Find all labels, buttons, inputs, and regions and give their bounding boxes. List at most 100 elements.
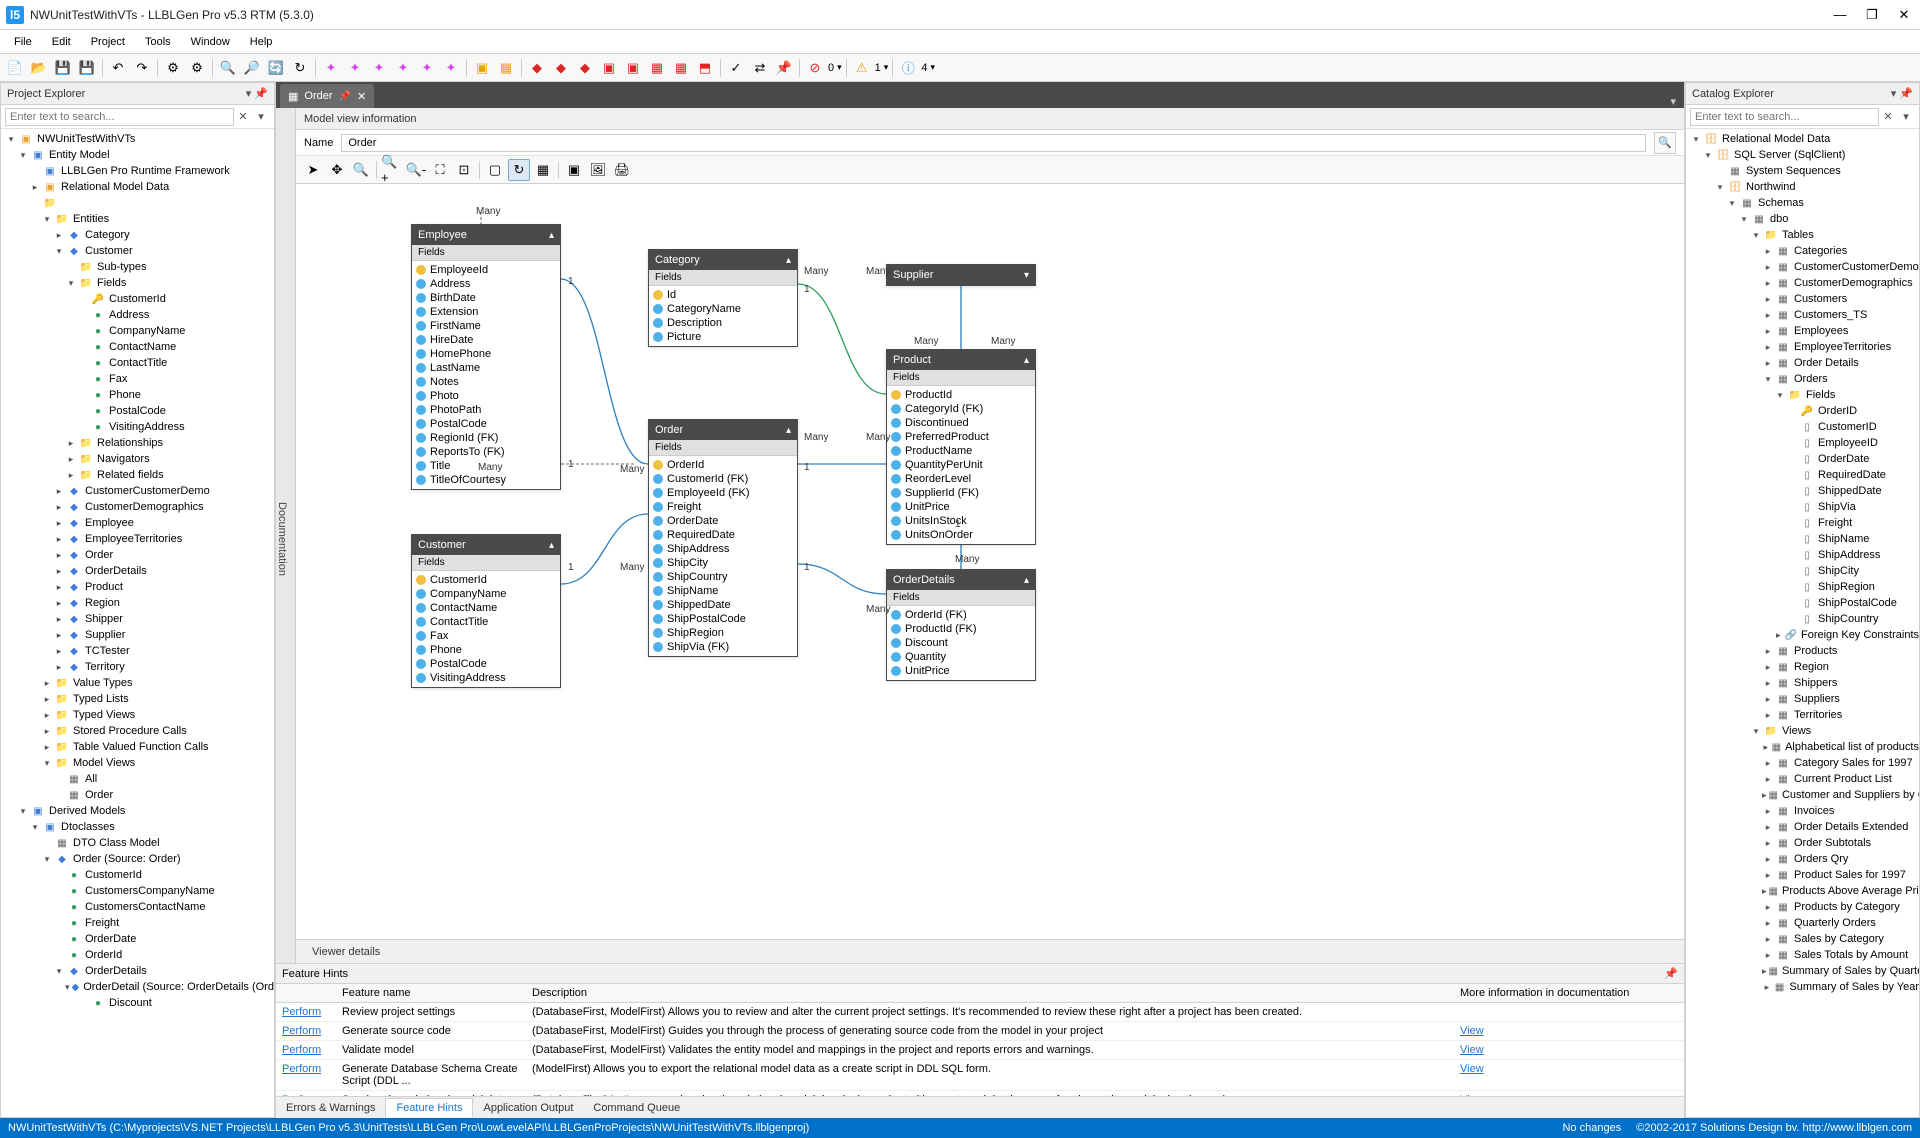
clear-search-icon[interactable]: ✕: [234, 110, 252, 123]
entity-customerdemographics[interactable]: ▸◆CustomerDemographics: [1, 499, 274, 515]
view-item[interactable]: ▸▦Category Sales for 1997: [1686, 755, 1919, 771]
tab-order[interactable]: ▦ Order 📌 ✕: [280, 84, 374, 108]
export-icon[interactable]: ▣: [563, 159, 585, 181]
zoom100-icon[interactable]: ⊡: [453, 159, 475, 181]
field-address[interactable]: ●Address: [1, 307, 274, 323]
entity-box-employee[interactable]: Employee▴FieldsEmployeeIdAddressBirthDat…: [411, 224, 561, 490]
folder-related fields[interactable]: ▸📁Related fields: [1, 467, 274, 483]
view-item[interactable]: ▸▦Order Subtotals: [1686, 835, 1919, 851]
dto-orderdetails[interactable]: ▾◆OrderDetails: [1, 963, 274, 979]
entity-box-supplier[interactable]: Supplier▾: [886, 264, 1036, 286]
table-customers[interactable]: ▸▦Customers: [1686, 291, 1919, 307]
entities-folder[interactable]: ▾📁Entities: [1, 211, 274, 227]
col-shipcity[interactable]: ▯ShipCity: [1686, 563, 1919, 579]
red2-icon[interactable]: ◆: [550, 57, 572, 79]
diagram-canvas[interactable]: Employee▴FieldsEmployeeIdAddressBirthDat…: [296, 184, 1684, 939]
image-icon[interactable]: 🖼: [587, 159, 609, 181]
collapse-icon[interactable]: ▴: [786, 425, 791, 436]
dto-field[interactable]: ●Freight: [1, 915, 274, 931]
view-item[interactable]: ▸▦Products by Category: [1686, 899, 1919, 915]
saveas-icon[interactable]: 💾: [76, 57, 98, 79]
table-employeeterritories[interactable]: ▸▦EmployeeTerritories: [1686, 339, 1919, 355]
table-suppliers[interactable]: ▸▦Suppliers: [1686, 691, 1919, 707]
col-orderdate[interactable]: ▯OrderDate: [1686, 451, 1919, 467]
red7-icon[interactable]: ▦: [670, 57, 692, 79]
col-shipvia[interactable]: ▯ShipVia: [1686, 499, 1919, 515]
entity-model[interactable]: ▾▣Entity Model: [1, 147, 274, 163]
entity-shipper[interactable]: ▸◆Shipper: [1, 611, 274, 627]
red3-icon[interactable]: ◆: [574, 57, 596, 79]
field-contacttitle[interactable]: ●ContactTitle: [1, 355, 274, 371]
table-shippers[interactable]: ▸▦Shippers: [1686, 675, 1919, 691]
pan-icon[interactable]: ✥: [326, 159, 348, 181]
dtoclasses[interactable]: ▾▣Dtoclasses: [1, 819, 274, 835]
field-fax[interactable]: ●Fax: [1, 371, 274, 387]
red5-icon[interactable]: ▣: [622, 57, 644, 79]
red6-icon[interactable]: ▦: [646, 57, 668, 79]
fields-folder[interactable]: ▾📁Fields: [1, 275, 274, 291]
table-customerdemographics[interactable]: ▸▦CustomerDemographics: [1686, 275, 1919, 291]
documentation-tab[interactable]: Documentation: [276, 108, 296, 963]
entity-tctester[interactable]: ▸◆TCTester: [1, 643, 274, 659]
perform-link[interactable]: Perform: [282, 1044, 321, 1056]
framework[interactable]: ▣LLBLGen Pro Runtime Framework: [1, 163, 274, 179]
group-typed-views[interactable]: ▸📁Typed Views: [1, 707, 274, 723]
tree-icon[interactable]: ▣: [471, 57, 493, 79]
view-item[interactable]: ▸▦Sales Totals by Amount: [1686, 947, 1919, 963]
col-shippostalcode[interactable]: ▯ShipPostalCode: [1686, 595, 1919, 611]
entity-orderdetails[interactable]: ▸◆OrderDetails: [1, 563, 274, 579]
table-region[interactable]: ▸▦Region: [1686, 659, 1919, 675]
pin-icon[interactable]: ▾ 📌: [246, 87, 268, 100]
modelview-all[interactable]: ▦All: [1, 771, 274, 787]
collapse-icon[interactable]: ▴: [1024, 355, 1029, 366]
entity-employeeterritories[interactable]: ▸◆EmployeeTerritories: [1, 531, 274, 547]
field-visitingaddress[interactable]: ●VisitingAddress: [1, 419, 274, 435]
table-categories[interactable]: ▸▦Categories: [1686, 243, 1919, 259]
field-companyname[interactable]: ●CompanyName: [1, 323, 274, 339]
table-customercustomerdemo[interactable]: ▸▦CustomerCustomerDemo: [1686, 259, 1919, 275]
print-icon[interactable]: 🖨: [611, 159, 633, 181]
red8-icon[interactable]: ⬒: [694, 57, 716, 79]
collapse-icon[interactable]: ▴: [549, 540, 554, 551]
clear-search-icon[interactable]: ✕: [1879, 110, 1897, 123]
table-products[interactable]: ▸▦Products: [1686, 643, 1919, 659]
project-root[interactable]: ▾▣NWUnitTestWithVTs: [1, 131, 274, 147]
entity-customercustomerdemo[interactable]: ▸◆CustomerCustomerDemo: [1, 483, 274, 499]
group-stored-procedure-calls[interactable]: ▸📁Stored Procedure Calls: [1, 723, 274, 739]
project-tree[interactable]: ▾▣NWUnitTestWithVTs▾▣Entity Model▣LLBLGe…: [1, 129, 274, 1117]
viewer-details-tab[interactable]: Viewer details: [304, 943, 388, 961]
model-name-input[interactable]: [341, 134, 1646, 152]
sync-icon[interactable]: 🔄: [265, 57, 287, 79]
col-shipcountry[interactable]: ▯ShipCountry: [1686, 611, 1919, 627]
find-icon[interactable]: 🔎: [241, 57, 263, 79]
entity-employee[interactable]: ▸◆Employee: [1, 515, 274, 531]
col-shipaddress[interactable]: ▯ShipAddress: [1686, 547, 1919, 563]
database[interactable]: ▾🗄Northwind: [1686, 179, 1919, 195]
wand-icon[interactable]: ✦: [320, 57, 342, 79]
redo-icon[interactable]: ↷: [131, 57, 153, 79]
col-freight[interactable]: ▯Freight: [1686, 515, 1919, 531]
view-link[interactable]: View: [1460, 1044, 1484, 1056]
warn-badge-icon[interactable]: ⚠: [851, 57, 873, 79]
refresh-canvas-icon[interactable]: ↻: [508, 159, 530, 181]
red4-icon[interactable]: ▣: [598, 57, 620, 79]
perform-link[interactable]: Perform: [282, 1063, 321, 1075]
layout-icon[interactable]: ▦: [532, 159, 554, 181]
view-item[interactable]: ▸▦Invoices: [1686, 803, 1919, 819]
wand5-icon[interactable]: ✦: [416, 57, 438, 79]
check-icon[interactable]: ✓: [725, 57, 747, 79]
order-source[interactable]: ▾◆Order (Source: Order): [1, 851, 274, 867]
dbo[interactable]: ▾▦dbo: [1686, 211, 1919, 227]
view-item[interactable]: ▸▦Quarterly Orders: [1686, 915, 1919, 931]
field-phone[interactable]: ●Phone: [1, 387, 274, 403]
sys-seq[interactable]: ▦System Sequences: [1686, 163, 1919, 179]
orders-fields[interactable]: ▾📁Fields: [1686, 387, 1919, 403]
view-item[interactable]: ▸▦Sales by Category: [1686, 931, 1919, 947]
fit-icon[interactable]: ⛶: [429, 159, 451, 181]
menu-edit[interactable]: Edit: [42, 33, 81, 51]
model-views[interactable]: ▾📁Model Views: [1, 755, 274, 771]
group-value-types[interactable]: ▸📁Value Types: [1, 675, 274, 691]
entity-territory[interactable]: ▸◆Territory: [1, 659, 274, 675]
table-orderdetails[interactable]: ▸▦Order Details: [1686, 355, 1919, 371]
search-dropdown-icon[interactable]: ▾: [252, 110, 270, 123]
